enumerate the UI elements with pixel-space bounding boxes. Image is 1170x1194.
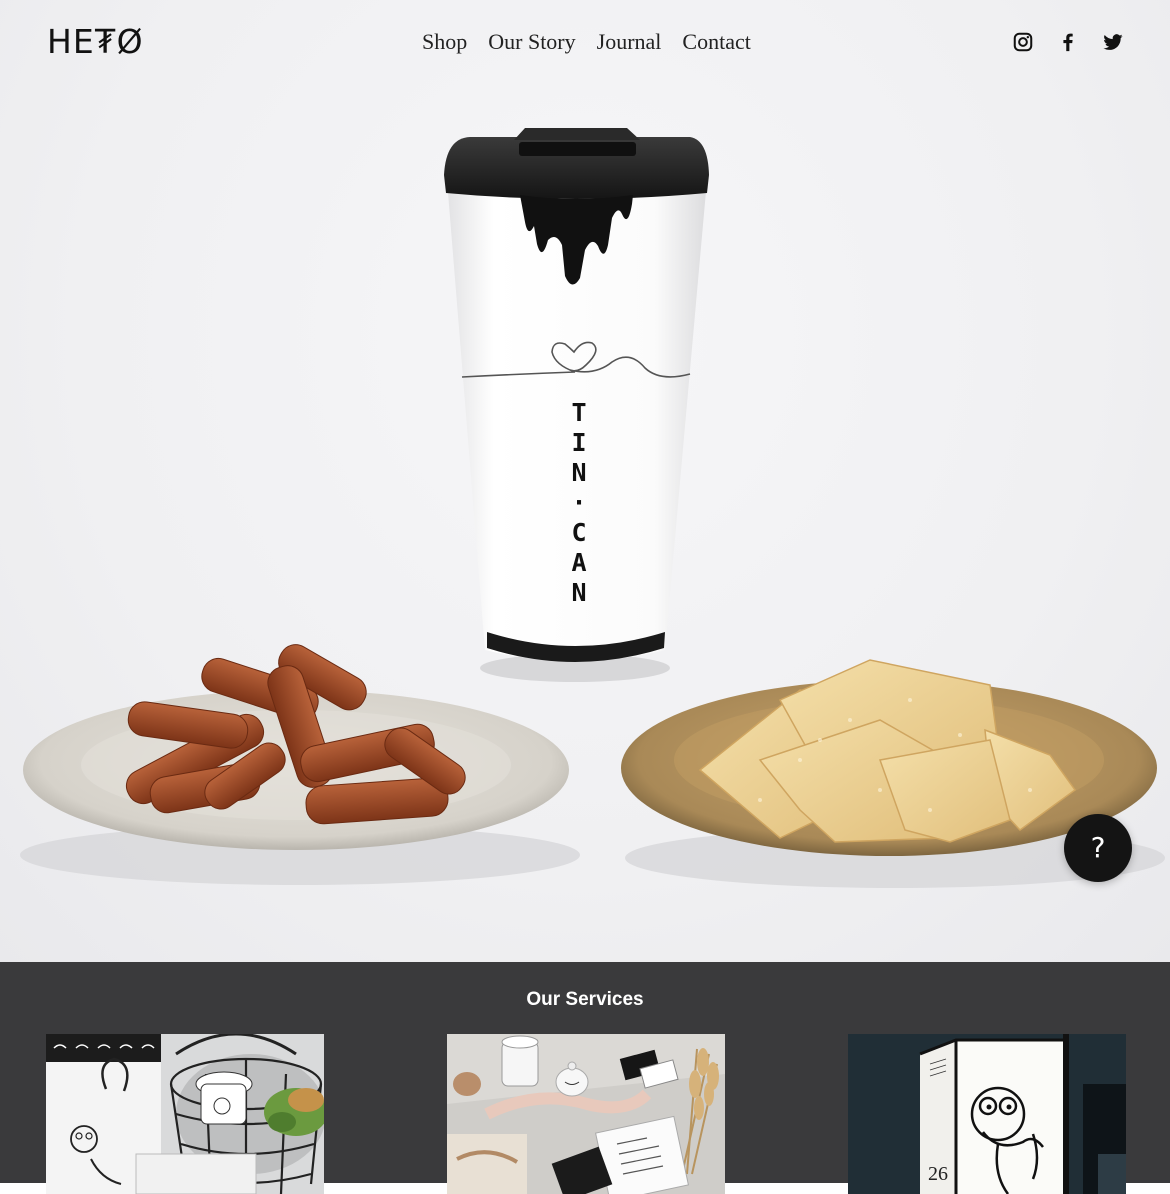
nav-shop[interactable]: Shop [422, 28, 467, 56]
nav-our-story[interactable]: Our Story [488, 28, 575, 56]
main-nav: Shop Our Story Journal Contact [422, 28, 751, 56]
services-section: Our Services 26 [0, 962, 1170, 1194]
gift-bag-tableware-photo [46, 1034, 324, 1194]
instagram-icon[interactable] [1012, 31, 1034, 53]
service-card-signage[interactable]: 26 [848, 1034, 1126, 1194]
facebook-icon[interactable] [1057, 31, 1079, 53]
services-title: Our Services [526, 989, 644, 1010]
site-logo[interactable]: HE₮Ø [47, 22, 144, 62]
cup-brand-text: TIN·CAN [571, 398, 587, 607]
service-card-branding[interactable] [447, 1034, 725, 1194]
site-header: HE₮Ø Shop Our Story Journal Contact [0, 0, 1170, 86]
sign-number: 26 [928, 1163, 948, 1185]
branding-flatlay-photo [447, 1034, 725, 1194]
help-button[interactable]: ? [1064, 814, 1132, 882]
social-links [1012, 31, 1124, 53]
nav-contact[interactable]: Contact [682, 28, 750, 56]
service-card-gift[interactable] [46, 1034, 324, 1194]
hero-image: TIN·CAN [0, 0, 1170, 962]
nav-journal[interactable]: Journal [597, 28, 662, 56]
lightbox-sign-photo: 26 [848, 1034, 1126, 1194]
twitter-icon[interactable] [1102, 31, 1124, 53]
